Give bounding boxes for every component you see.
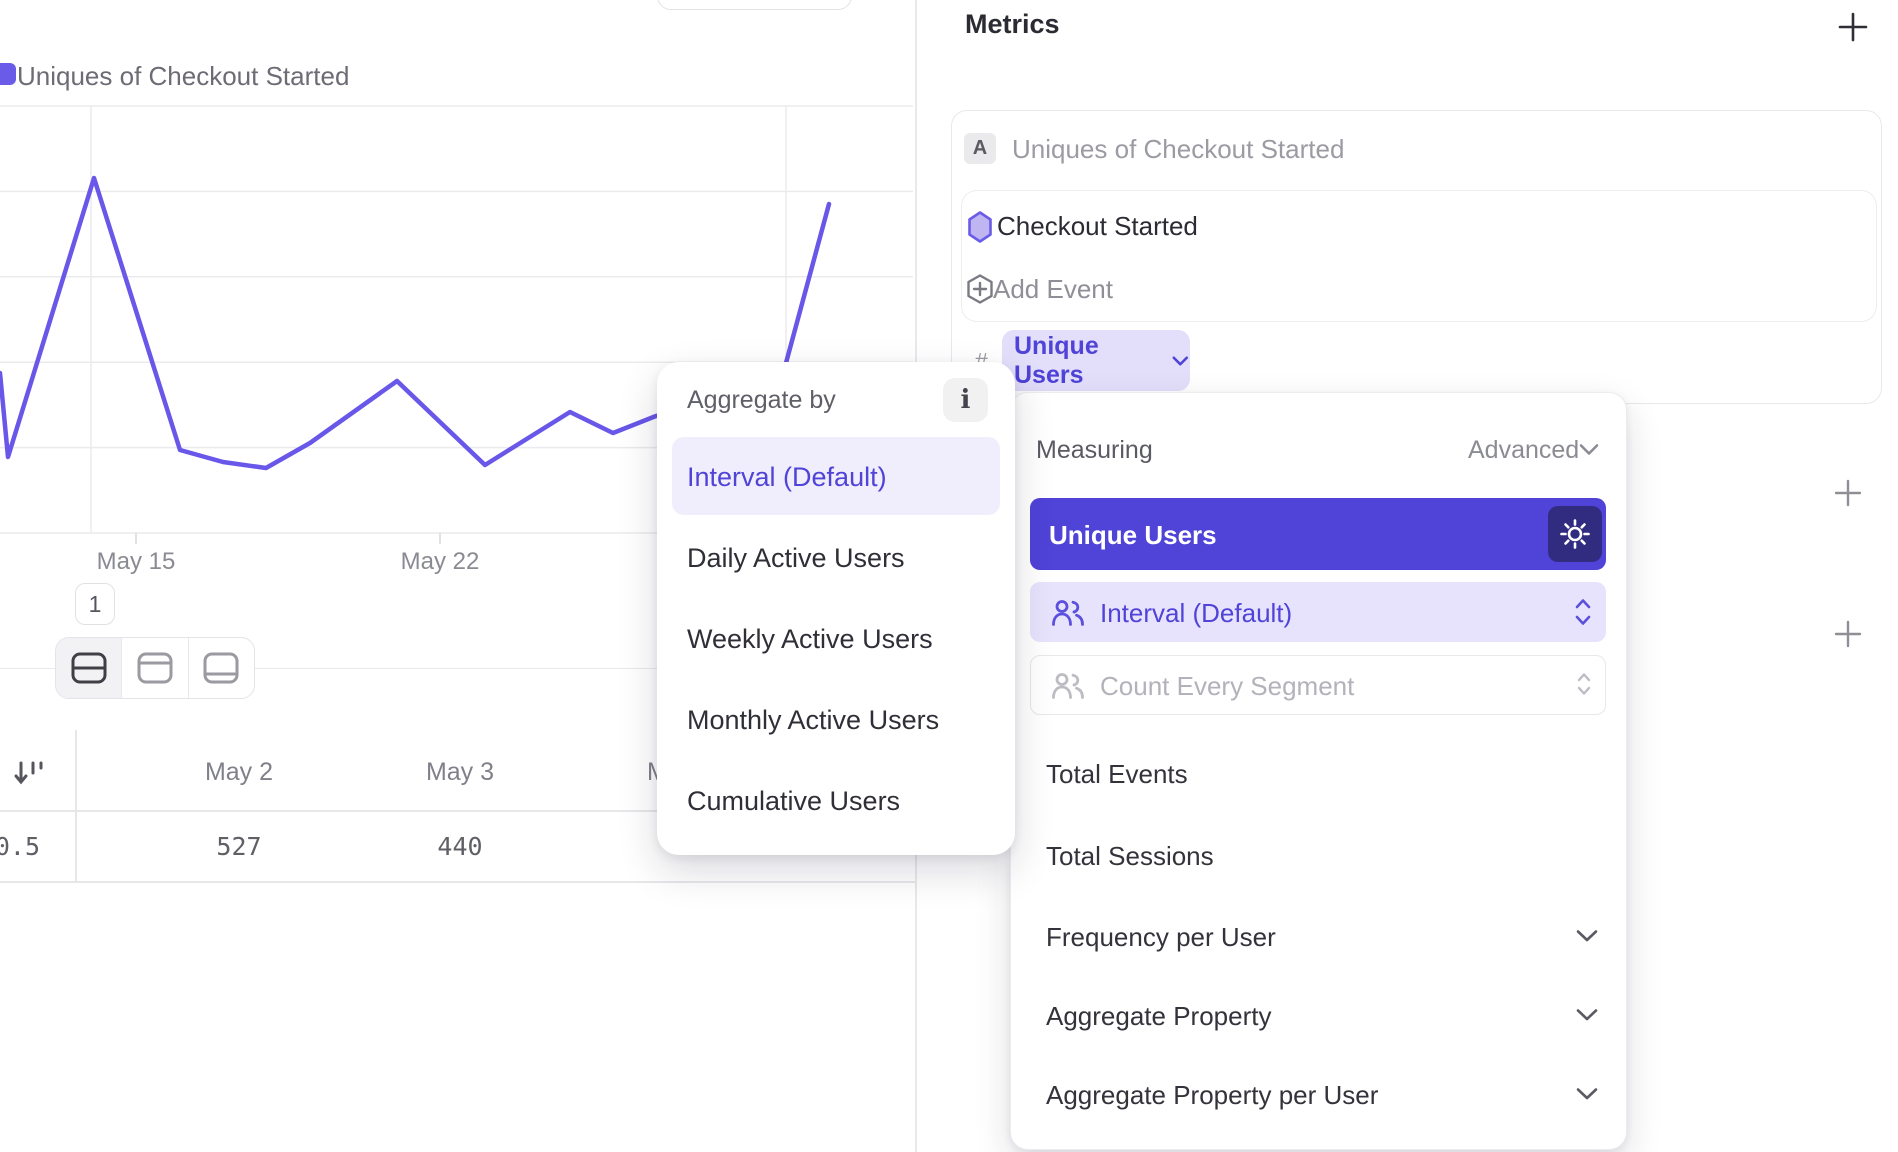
measurement-chip-label: Unique Users: [1014, 332, 1163, 390]
chevron-down-icon: [1171, 354, 1190, 368]
add-filter-icon[interactable]: [1834, 479, 1862, 507]
add-event-label: Add Event: [993, 274, 1113, 305]
event-row[interactable]: Checkout Started: [968, 211, 1198, 242]
gear-icon: [1558, 517, 1592, 551]
measuring-option-count-label: Count Every Segment: [1100, 671, 1354, 702]
layout-split-icon: [71, 652, 107, 684]
measuring-option-aggregate-property-per-user[interactable]: Aggregate Property per User: [1046, 1080, 1378, 1111]
measuring-option-aggregate-property[interactable]: Aggregate Property: [1046, 1001, 1271, 1032]
add-event-hexagon-plus-icon: [966, 274, 994, 304]
measuring-option-frequency-per-user[interactable]: Frequency per User: [1046, 922, 1276, 953]
toolbar-pill-cutoff[interactable]: [657, 0, 852, 10]
table-cell-may3: 440: [380, 832, 540, 861]
layout-chart-only-icon: [137, 652, 173, 684]
layout-split-button[interactable]: [56, 638, 122, 698]
table-header-may2[interactable]: May 2: [159, 758, 319, 787]
up-down-icon-disabled: [1575, 670, 1593, 698]
svg-text:May 22: May 22: [401, 548, 480, 575]
aggregate-option-weekly-active-users[interactable]: Weekly Active Users: [687, 624, 933, 655]
chevron-down-icon[interactable]: [1575, 1007, 1599, 1023]
layout-table-only-icon: [203, 652, 239, 684]
layout-toggle-group: [55, 637, 255, 699]
gear-button[interactable]: [1548, 506, 1602, 562]
measuring-title: Measuring: [1036, 436, 1153, 465]
table-cell-may2: 527: [159, 832, 319, 861]
aggregate-option-monthly-active-users[interactable]: Monthly Active Users: [687, 705, 939, 736]
measuring-option-interval-label: Interval (Default): [1100, 598, 1292, 629]
event-hexagon-icon: [968, 211, 992, 243]
add-breakdown-icon[interactable]: [1834, 620, 1862, 648]
advanced-toggle[interactable]: Advanced: [1468, 436, 1579, 465]
metrics-panel-title: Metrics: [965, 9, 1060, 40]
aggregate-by-title: Aggregate by: [687, 386, 836, 415]
info-icon: i: [961, 385, 971, 415]
add-metric-icon[interactable]: [1837, 11, 1869, 43]
legend-label: Uniques of Checkout Started: [17, 61, 349, 92]
up-down-icon: [1572, 596, 1594, 628]
chevron-down-icon[interactable]: [1575, 1086, 1599, 1102]
aggregate-by-popup: [657, 362, 1015, 855]
measurement-chip[interactable]: Unique Users: [1002, 330, 1190, 391]
table-column-divider: [75, 730, 77, 881]
chart-legend[interactable]: Uniques of Checkout Started: [17, 62, 349, 90]
table-cell-clipped: 0.5: [0, 832, 40, 861]
users-icon: [1051, 597, 1085, 629]
chevron-down-icon[interactable]: [1575, 928, 1599, 944]
layout-table-only-button[interactable]: [189, 638, 254, 698]
aggregate-option-interval-default[interactable]: Interval (Default): [687, 462, 887, 493]
svg-text:May 15: May 15: [97, 548, 176, 575]
aggregate-option-cumulative-users[interactable]: Cumulative Users: [687, 786, 900, 817]
table-bottom-border: [0, 881, 915, 883]
measuring-option-unique-users-label: Unique Users: [1049, 520, 1217, 551]
sort-rows-icon[interactable]: [12, 756, 46, 790]
users-icon-disabled: [1051, 670, 1085, 702]
event-name: Checkout Started: [997, 211, 1198, 242]
add-event-button[interactable]: Add Event: [966, 275, 1113, 303]
metric-title[interactable]: Uniques of Checkout Started: [1012, 134, 1344, 165]
layout-chart-only-button[interactable]: [122, 638, 188, 698]
info-button[interactable]: i: [943, 378, 988, 422]
chevron-down-icon[interactable]: [1578, 442, 1600, 457]
pagination-badge[interactable]: 1: [75, 583, 115, 625]
aggregate-option-daily-active-users[interactable]: Daily Active Users: [687, 543, 905, 574]
metric-letter-badge: A: [964, 133, 996, 164]
measuring-option-total-events[interactable]: Total Events: [1046, 759, 1188, 790]
measuring-option-total-sessions[interactable]: Total Sessions: [1046, 841, 1214, 872]
legend-color-chip: [0, 63, 16, 85]
table-header-may3[interactable]: May 3: [380, 758, 540, 787]
